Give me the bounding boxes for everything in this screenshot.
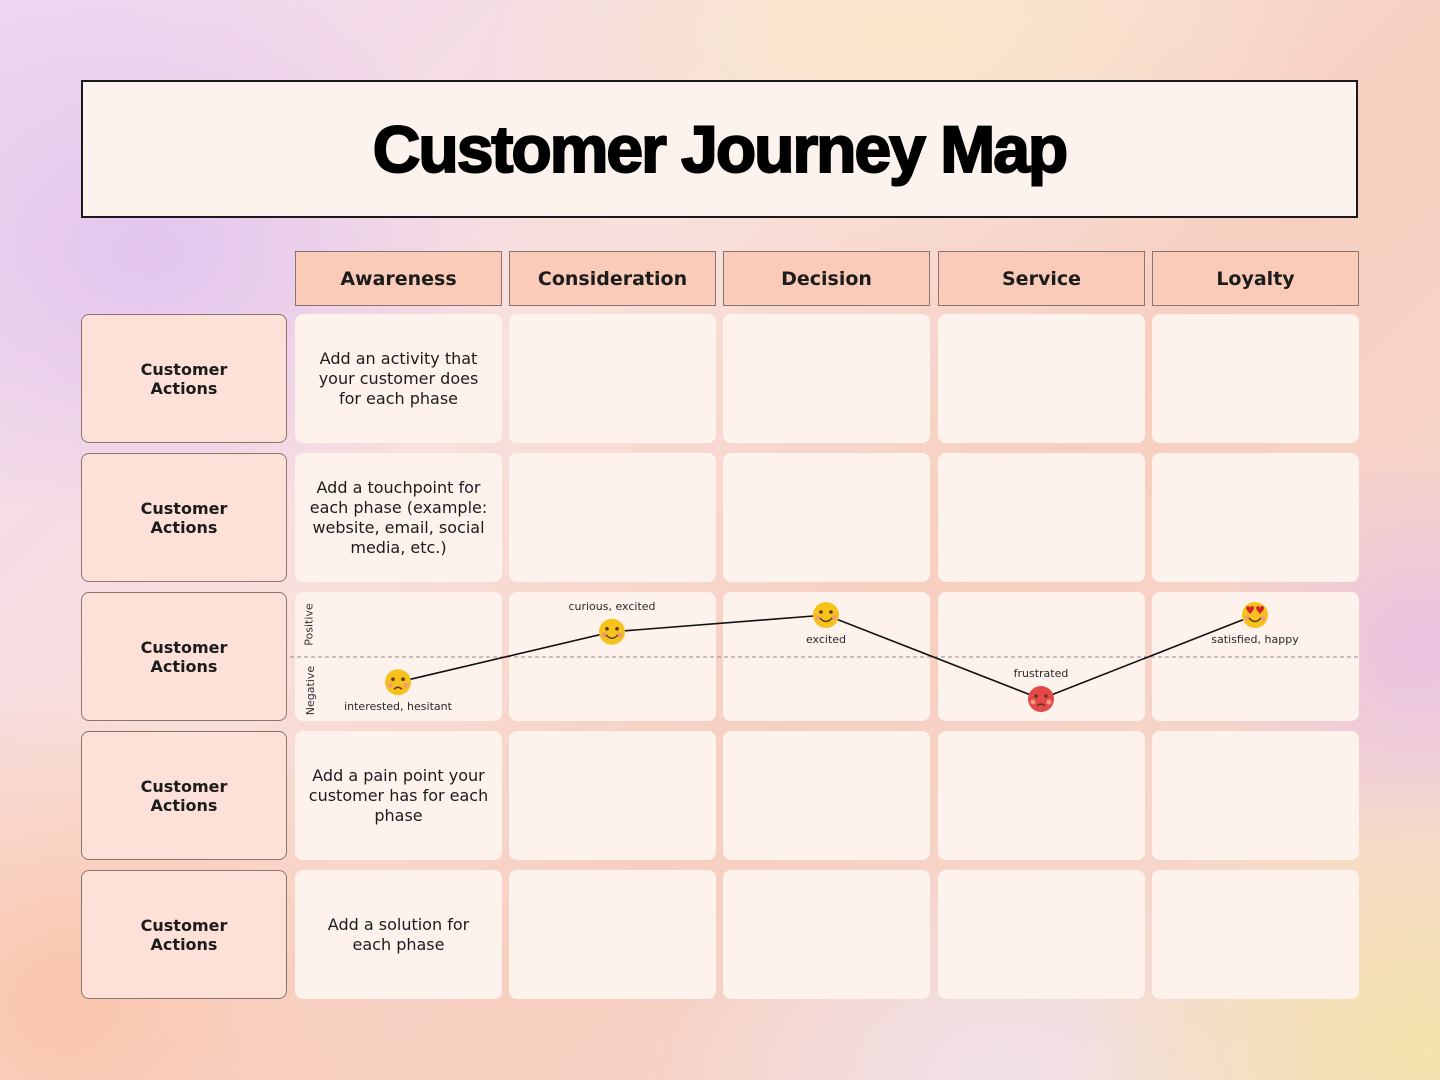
phase-header-loyalty: Loyalty [1152,251,1359,306]
phase-header-service: Service [938,251,1145,306]
phase-header-decision: Decision [723,251,930,306]
grid-cell[interactable] [1152,731,1359,860]
grid-cell[interactable] [938,731,1145,860]
grid-cell[interactable] [509,731,716,860]
grid-cell[interactable] [1152,870,1359,999]
grid-cell[interactable] [938,592,1145,721]
grid-cell[interactable] [938,314,1145,443]
page-title: Customer Journey Map [372,111,1069,187]
row-label: Customer Actions [81,731,287,860]
grid-cell[interactable] [723,870,930,999]
grid-cell[interactable]: Add a touchpoint for each phase (example… [295,453,502,582]
grid-cell[interactable] [1152,314,1359,443]
grid-cell[interactable] [723,592,930,721]
row-label: Customer Actions [81,453,287,582]
grid-cell[interactable] [723,314,930,443]
grid-cell[interactable]: Add a solution for each phase [295,870,502,999]
grid-cell[interactable] [938,453,1145,582]
phase-header-consideration: Consideration [509,251,716,306]
emotion-label: curious, excited [568,599,656,613]
grid-cell[interactable] [509,314,716,443]
grid-cell[interactable]: Add a pain point your customer has for e… [295,731,502,860]
grid-cell[interactable] [938,870,1145,999]
grid-cell[interactable] [1152,453,1359,582]
grid-cell[interactable] [509,453,716,582]
title-box: Customer Journey Map [81,80,1358,218]
grid-cell[interactable] [723,731,930,860]
positive-axis-label: Positive [302,603,316,646]
grid-cell[interactable] [1152,592,1359,721]
emotion-label: interested, hesitant [344,700,452,714]
grid-cell[interactable] [723,453,930,582]
row-label: Customer Actions [81,592,287,721]
row-label: Customer Actions [81,870,287,999]
negative-axis-label: Negative [304,665,318,716]
phase-header-awareness: Awareness [295,251,502,306]
emotion-label: satisfied, happy [1211,633,1299,646]
emotion-label: excited [805,633,847,646]
row-label: Customer Actions [81,314,287,443]
emotion-label: frustrated [1013,667,1069,680]
grid-cell[interactable] [509,870,716,999]
grid-cell[interactable]: Add an activity that your customer does … [295,314,502,443]
